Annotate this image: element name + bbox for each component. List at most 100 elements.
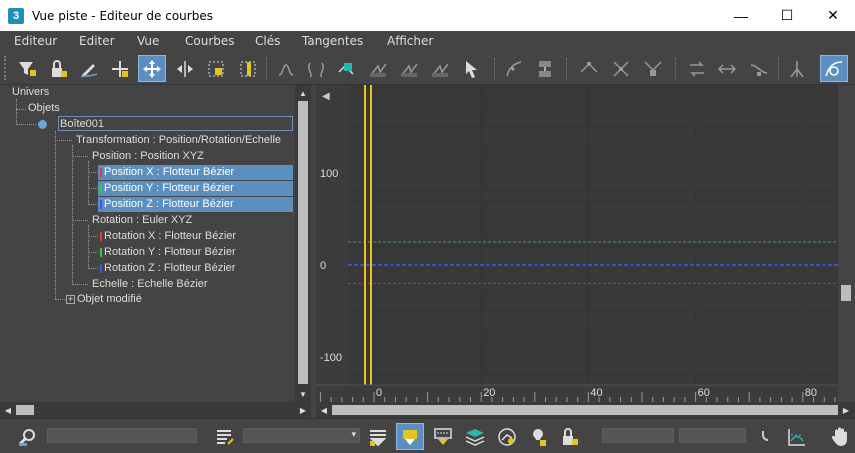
curve-graph-canvas[interactable]: ◀ 100 0 -100 0 20 40 60 80: [316, 85, 838, 402]
scroll-thumb[interactable]: [298, 101, 308, 384]
unify-tangents-icon[interactable]: [607, 55, 635, 82]
frame-field[interactable]: [602, 428, 674, 443]
scroll-left-icon[interactable]: ◀: [316, 402, 332, 418]
tree-node-boite001[interactable]: Boîte001: [58, 116, 293, 131]
x-axis-label: 40: [590, 387, 602, 399]
tangent-auto-icon[interactable]: [302, 55, 330, 82]
tangent-slow-icon[interactable]: [395, 55, 423, 82]
x-axis-label: 80: [805, 387, 817, 399]
tree-node-rotation-y[interactable]: Rotation Y : Flotteur Bézier: [104, 245, 236, 260]
tree-connector: [16, 99, 17, 125]
controller-tree[interactable]: Univers Objets Boîte001 Transformation :…: [0, 85, 311, 402]
lock-icon[interactable]: [44, 55, 72, 82]
tree-node-position-z[interactable]: Position Z : Flotteur Bézier: [98, 197, 293, 212]
scroll-thumb[interactable]: [332, 405, 838, 415]
scale-values-icon[interactable]: [234, 55, 262, 82]
scroll-up-icon[interactable]: ▲: [295, 85, 311, 101]
object-name-field[interactable]: [47, 428, 197, 443]
param-curve-out-icon[interactable]: [683, 55, 711, 82]
tree-connector: [88, 188, 98, 189]
zoom-selected-icon[interactable]: [14, 423, 42, 450]
tree-node-rotation[interactable]: Rotation : Euler XYZ: [92, 213, 192, 228]
app-icon: 3: [8, 7, 24, 24]
menu-courbes[interactable]: Courbes: [185, 34, 235, 48]
menu-tangentes[interactable]: Tangentes: [302, 34, 363, 48]
collapse-arrow-icon[interactable]: ◀: [322, 91, 330, 102]
lock-selection-icon[interactable]: [556, 423, 584, 450]
menu-vue[interactable]: Vue: [137, 34, 159, 48]
tree-node-position-y[interactable]: Position Y : Flotteur Bézier: [98, 181, 293, 196]
tangent-step-icon[interactable]: [426, 55, 454, 82]
slide-keys-icon[interactable]: [171, 55, 199, 82]
scroll-right-icon[interactable]: ▶: [838, 402, 854, 418]
tree-node-rotation-z[interactable]: Rotation Z : Flotteur Bézier: [104, 261, 235, 276]
track-color-swatch: [100, 264, 102, 273]
pencil-curve-icon[interactable]: [75, 55, 103, 82]
add-key-icon[interactable]: [106, 55, 134, 82]
tree-node-objet-modifie[interactable]: Objet modifié: [77, 292, 142, 307]
tree-connector: [55, 299, 65, 300]
maximize-button[interactable]: ☐: [764, 0, 810, 31]
x-axis-label: 0: [376, 387, 382, 399]
toolbar-grip[interactable]: [4, 56, 8, 80]
snap-frames-icon[interactable]: [500, 55, 528, 82]
tree-node-transformation[interactable]: Transformation : Position/Rotation/Echel…: [76, 133, 281, 148]
zoom-extents-icon[interactable]: [783, 423, 811, 450]
scroll-right-icon[interactable]: ▶: [295, 402, 311, 418]
tree-vertical-scrollbar[interactable]: ▲ ▼: [295, 85, 311, 402]
filter-curve-icon[interactable]: [429, 423, 457, 450]
track-color-swatch: [100, 232, 102, 241]
view-toggle-icon[interactable]: [820, 55, 848, 82]
filter-icon[interactable]: [13, 55, 41, 82]
tree-node-rotation-x[interactable]: Rotation X : Flotteur Bézier: [104, 229, 236, 244]
scale-keys-icon[interactable]: [202, 55, 230, 82]
track-color-swatch: [100, 248, 102, 257]
tree-connector: [88, 236, 98, 237]
tree-node-echelle[interactable]: Echelle : Echelle Bézier: [92, 277, 208, 292]
menu-editer[interactable]: Editer: [79, 34, 115, 48]
close-button[interactable]: ✕: [810, 0, 855, 31]
tree-node-objets[interactable]: Objets: [28, 101, 60, 116]
scroll-thumb[interactable]: [16, 405, 34, 415]
tree-node-position[interactable]: Position : Position XYZ: [92, 149, 204, 164]
tree-node-univers[interactable]: Univers: [12, 85, 49, 100]
multiplier-curve-icon[interactable]: [783, 55, 811, 82]
show-keys-icon[interactable]: [531, 55, 559, 82]
scroll-down-icon[interactable]: ▼: [295, 386, 311, 402]
filter-animated-icon[interactable]: [396, 423, 424, 450]
tree-node-position-x[interactable]: Position X : Flotteur Bézier: [98, 165, 293, 180]
select-arrow-icon[interactable]: [457, 55, 485, 82]
tangent-fast-icon[interactable]: [364, 55, 392, 82]
y-axis-label: -100: [320, 352, 342, 364]
soft-select-icon[interactable]: [272, 55, 300, 82]
expand-icon[interactable]: +: [66, 295, 75, 304]
reduce-keys-icon[interactable]: [713, 55, 741, 82]
menu-cles[interactable]: Clés: [255, 34, 280, 48]
tree-connector: [88, 225, 89, 269]
track-color-swatch: [100, 184, 102, 193]
filter-controllers-icon[interactable]: [493, 423, 521, 450]
minimize-button[interactable]: —: [718, 0, 764, 31]
graph-vertical-scrollbar[interactable]: [838, 85, 855, 402]
ease-curve-icon[interactable]: [745, 55, 773, 82]
break-tangents-icon[interactable]: [575, 55, 603, 82]
lock-tangents-icon[interactable]: [639, 55, 667, 82]
selection-dropdown[interactable]: ▾: [243, 428, 360, 443]
scroll-thumb[interactable]: [841, 285, 851, 301]
tangent-spline-icon[interactable]: [333, 55, 361, 82]
edit-object-icon[interactable]: [211, 423, 239, 450]
curve-graph[interactable]: ◀ 100 0 -100 0 20 40 60 80: [316, 85, 838, 402]
scroll-left-icon[interactable]: ◀: [0, 402, 16, 418]
show-visible-icon[interactable]: [461, 423, 489, 450]
menu-afficher[interactable]: Afficher: [387, 34, 433, 48]
move-keys-icon[interactable]: [138, 55, 166, 82]
filter-selected-icon[interactable]: [364, 423, 392, 450]
key-stats-icon[interactable]: [524, 423, 552, 450]
graph-horizontal-scrollbar[interactable]: ◀ ▶: [316, 402, 855, 418]
value-field[interactable]: [679, 428, 746, 443]
tree-horizontal-scrollbar[interactable]: ◀ ▶: [0, 402, 311, 418]
menu-editeur[interactable]: Editeur: [14, 34, 57, 48]
dropdown-arrow-icon: ▾: [351, 429, 356, 439]
tree-connector: [55, 140, 72, 141]
pan-hand-icon[interactable]: [826, 423, 854, 450]
